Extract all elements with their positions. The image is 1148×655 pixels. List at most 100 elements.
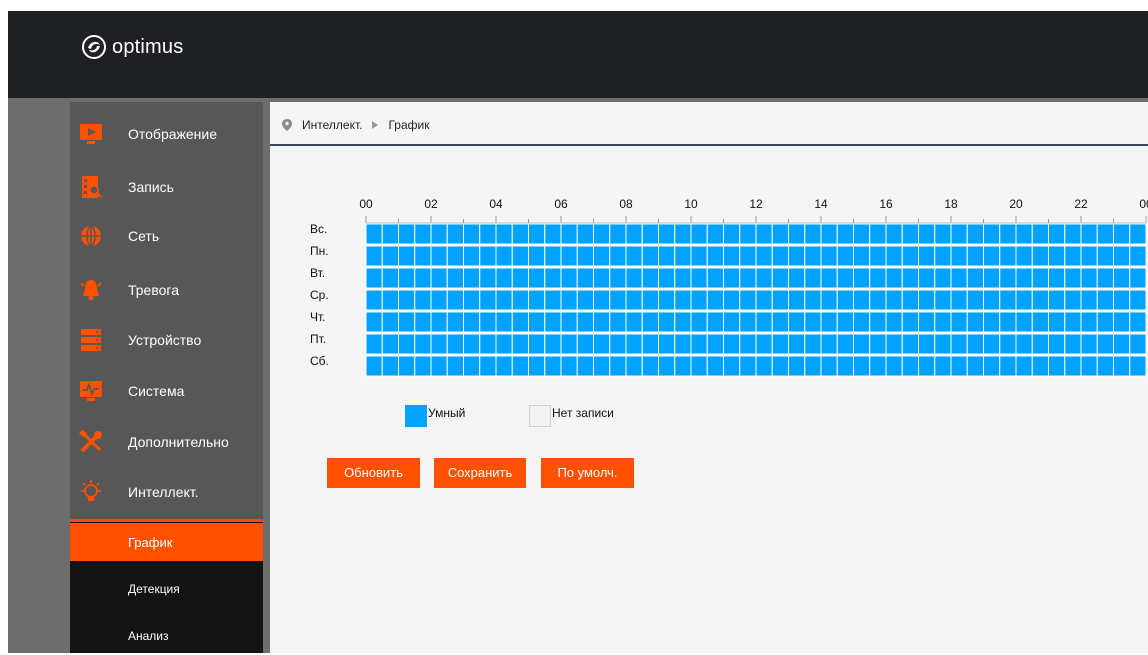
- schedule-cell[interactable]: [918, 289, 936, 311]
- schedule-cell[interactable]: [788, 289, 806, 311]
- schedule-cell[interactable]: [674, 245, 692, 267]
- schedule-cell[interactable]: [641, 333, 659, 355]
- schedule-cell[interactable]: [1048, 333, 1066, 355]
- schedule-cell[interactable]: [723, 267, 741, 289]
- schedule-cell[interactable]: [983, 289, 1001, 311]
- schedule-cell[interactable]: [625, 333, 643, 355]
- schedule-cell[interactable]: [625, 289, 643, 311]
- schedule-cell[interactable]: [853, 355, 871, 377]
- sidebar-item-network[interactable]: Сеть: [70, 212, 263, 260]
- schedule-cell[interactable]: [365, 289, 383, 311]
- schedule-cell[interactable]: [901, 289, 919, 311]
- schedule-cell[interactable]: [430, 311, 448, 333]
- schedule-cell[interactable]: [560, 267, 578, 289]
- schedule-cell[interactable]: [658, 245, 676, 267]
- schedule-cell[interactable]: [918, 355, 936, 377]
- schedule-cell[interactable]: [706, 311, 724, 333]
- schedule-cell[interactable]: [479, 245, 497, 267]
- schedule-cell[interactable]: [609, 223, 627, 245]
- schedule-cell[interactable]: [966, 311, 984, 333]
- schedule-cell[interactable]: [1048, 289, 1066, 311]
- schedule-cell[interactable]: [836, 245, 854, 267]
- schedule-cell[interactable]: [414, 245, 432, 267]
- schedule-cell[interactable]: [1015, 245, 1033, 267]
- schedule-cell[interactable]: [836, 355, 854, 377]
- schedule-cell[interactable]: [1129, 355, 1147, 377]
- schedule-cell[interactable]: [804, 311, 822, 333]
- schedule-cell[interactable]: [1096, 245, 1114, 267]
- schedule-cell[interactable]: [1129, 333, 1147, 355]
- schedule-cell[interactable]: [495, 311, 513, 333]
- schedule-cell[interactable]: [771, 267, 789, 289]
- schedule-cell[interactable]: [625, 267, 643, 289]
- schedule-cell[interactable]: [495, 333, 513, 355]
- schedule-cell[interactable]: [658, 311, 676, 333]
- schedule-cell[interactable]: [950, 333, 968, 355]
- schedule-cell[interactable]: [706, 333, 724, 355]
- schedule-cell[interactable]: [755, 245, 773, 267]
- schedule-cell[interactable]: [593, 311, 611, 333]
- schedule-cell[interactable]: [528, 289, 546, 311]
- schedule-cell[interactable]: [463, 245, 481, 267]
- schedule-cell[interactable]: [723, 289, 741, 311]
- schedule-cell[interactable]: [641, 223, 659, 245]
- schedule-cell[interactable]: [885, 311, 903, 333]
- schedule-cell[interactable]: [544, 267, 562, 289]
- schedule-cell[interactable]: [755, 311, 773, 333]
- schedule-cell[interactable]: [381, 355, 399, 377]
- schedule-cell[interactable]: [430, 245, 448, 267]
- schedule-cell[interactable]: [1064, 223, 1082, 245]
- schedule-cell[interactable]: [398, 267, 416, 289]
- schedule-cell[interactable]: [869, 289, 887, 311]
- schedule-cell[interactable]: [755, 267, 773, 289]
- schedule-cell[interactable]: [966, 245, 984, 267]
- schedule-cell[interactable]: [609, 355, 627, 377]
- schedule-cell[interactable]: [918, 223, 936, 245]
- schedule-cell[interactable]: [528, 333, 546, 355]
- schedule-cell[interactable]: [1031, 355, 1049, 377]
- schedule-cell[interactable]: [398, 289, 416, 311]
- schedule-cell[interactable]: [576, 311, 594, 333]
- schedule-cell[interactable]: [1080, 223, 1098, 245]
- schedule-cell[interactable]: [381, 333, 399, 355]
- schedule-cell[interactable]: [479, 355, 497, 377]
- schedule-cell[interactable]: [706, 223, 724, 245]
- schedule-cell[interactable]: [593, 245, 611, 267]
- schedule-cell[interactable]: [381, 267, 399, 289]
- schedule-cell[interactable]: [950, 267, 968, 289]
- schedule-cell[interactable]: [901, 333, 919, 355]
- schedule-cell[interactable]: [398, 333, 416, 355]
- sidebar-item-intelligence[interactable]: Интеллект.: [70, 468, 263, 516]
- schedule-cell[interactable]: [544, 245, 562, 267]
- schedule-cell[interactable]: [463, 223, 481, 245]
- schedule-cell[interactable]: [365, 245, 383, 267]
- schedule-cell[interactable]: [690, 355, 708, 377]
- schedule-cell[interactable]: [788, 223, 806, 245]
- schedule-cell[interactable]: [739, 289, 757, 311]
- schedule-cell[interactable]: [495, 267, 513, 289]
- schedule-cell[interactable]: [820, 311, 838, 333]
- breadcrumb-section[interactable]: Интеллект.: [302, 118, 362, 132]
- schedule-cell[interactable]: [966, 267, 984, 289]
- schedule-cell[interactable]: [1096, 289, 1114, 311]
- schedule-cell[interactable]: [788, 333, 806, 355]
- schedule-cell[interactable]: [950, 311, 968, 333]
- schedule-cell[interactable]: [836, 223, 854, 245]
- schedule-cell[interactable]: [755, 355, 773, 377]
- schedule-cell[interactable]: [950, 355, 968, 377]
- schedule-cell[interactable]: [414, 333, 432, 355]
- schedule-cell[interactable]: [853, 223, 871, 245]
- submenu-item-analysis[interactable]: Анализ: [70, 617, 263, 655]
- schedule-cell[interactable]: [1015, 223, 1033, 245]
- schedule-cell[interactable]: [1064, 311, 1082, 333]
- schedule-cell[interactable]: [365, 223, 383, 245]
- schedule-cell[interactable]: [1015, 267, 1033, 289]
- schedule-cell[interactable]: [1096, 311, 1114, 333]
- schedule-cell[interactable]: [398, 245, 416, 267]
- schedule-cell[interactable]: [414, 267, 432, 289]
- schedule-cell[interactable]: [609, 333, 627, 355]
- schedule-cell[interactable]: [836, 311, 854, 333]
- schedule-cell[interactable]: [446, 267, 464, 289]
- submenu-item-schedule[interactable]: График: [70, 523, 263, 561]
- schedule-cell[interactable]: [560, 245, 578, 267]
